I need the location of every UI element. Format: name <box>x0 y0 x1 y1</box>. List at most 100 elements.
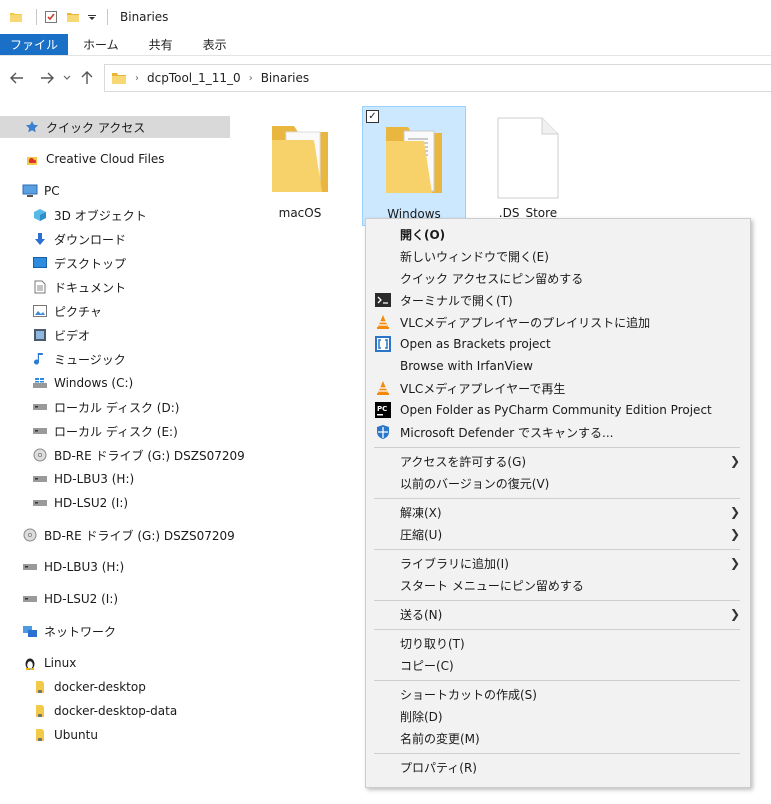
nav-downloads[interactable]: ダウンロード <box>0 228 126 250</box>
menu-label: 切り取り(T) <box>400 636 465 651</box>
folder-icon[interactable] <box>8 9 24 25</box>
nav-docker-desktop-data[interactable]: docker-desktop-data <box>0 700 177 722</box>
nav-desktop[interactable]: デスクトップ <box>0 252 126 274</box>
tab-home[interactable]: ホーム <box>68 34 134 55</box>
selection-checkbox[interactable]: ✓ <box>366 110 379 123</box>
tab-file[interactable]: ファイル <box>0 34 69 55</box>
dropdown-arrow-icon[interactable] <box>87 9 97 25</box>
nav-drive-i[interactable]: HD-LSU2 (I:) <box>0 492 128 514</box>
breadcrumb-dcptool[interactable]: dcpTool_1_11_0 <box>147 71 241 85</box>
up-arrow-icon[interactable] <box>76 67 98 89</box>
menu-label: 開く(O) <box>400 227 446 242</box>
properties-check-icon[interactable] <box>43 9 59 25</box>
forward-arrow-icon[interactable] <box>36 67 58 89</box>
menu-rename[interactable]: 名前の変更(M) <box>366 727 750 749</box>
nav-creative-cloud[interactable]: Creative Cloud Files <box>0 148 165 170</box>
menu-open-terminal[interactable]: ターミナルで開く(T) <box>366 289 750 311</box>
folder-icon <box>263 116 337 200</box>
menu-browse-irfanview[interactable]: Browse with IrfanView <box>366 355 750 377</box>
recent-locations-chevron-icon[interactable] <box>60 67 74 89</box>
menu-pin-start[interactable]: スタート メニューにピン留めする <box>366 574 750 596</box>
menu-open-brackets[interactable]: Open as Brackets project <box>366 333 750 355</box>
nav-3d-objects[interactable]: 3D オブジェクト <box>0 204 147 226</box>
nav-videos[interactable]: ビデオ <box>0 324 90 346</box>
menu-label: 圧縮(U) <box>400 527 443 542</box>
menu-label: コピー(C) <box>400 658 454 673</box>
chevron-right-icon: ❯ <box>729 454 740 468</box>
nav-docker-desktop[interactable]: docker-desktop <box>0 676 146 698</box>
nav-drive-e[interactable]: ローカル ディスク (E:) <box>0 420 178 442</box>
terminal-icon <box>375 292 391 308</box>
menu-cut[interactable]: 切り取り(T) <box>366 632 750 654</box>
file-item-ds-store[interactable]: .DS_Store <box>476 106 580 226</box>
brackets-icon <box>375 336 391 352</box>
menu-label: スタート メニューにピン留めする <box>400 578 584 593</box>
file-item-windows[interactable]: ✓ Windows <box>362 106 466 226</box>
menu-vlc-play[interactable]: VLCメディアプレイヤーで再生 <box>366 377 750 399</box>
tab-share[interactable]: 共有 <box>134 34 188 55</box>
nav-pc[interactable]: PC <box>0 180 60 202</box>
folder-icon <box>377 117 451 201</box>
new-folder-icon[interactable] <box>65 9 81 25</box>
nav-ubuntu[interactable]: Ubuntu <box>0 724 98 746</box>
nav-label: ビデオ <box>54 328 91 343</box>
nav-quick-access[interactable]: クイック アクセス <box>0 116 230 138</box>
menu-properties[interactable]: プロパティ(R) <box>366 756 750 778</box>
nav-network[interactable]: ネットワーク <box>0 620 116 642</box>
menu-label: 削除(D) <box>400 709 443 724</box>
menu-compress[interactable]: 圧縮(U) ❯ <box>366 523 750 545</box>
defender-icon <box>375 424 391 440</box>
disc-icon <box>22 527 38 543</box>
nav-music[interactable]: ミュージック <box>0 348 126 370</box>
nav-drive-d[interactable]: ローカル ディスク (D:) <box>0 396 179 418</box>
nav-pictures[interactable]: ピクチャ <box>0 300 102 322</box>
back-arrow-icon[interactable] <box>6 67 28 89</box>
music-icon <box>32 351 48 367</box>
menu-pin-quick-access[interactable]: クイック アクセスにピン留めする <box>366 267 750 289</box>
menu-add-library[interactable]: ライブラリに追加(I) ❯ <box>366 552 750 574</box>
nav-label: Linux <box>44 656 77 670</box>
menu-create-shortcut[interactable]: ショートカットの作成(S) <box>366 683 750 705</box>
menu-copy[interactable]: コピー(C) <box>366 654 750 676</box>
tab-view[interactable]: 表示 <box>188 34 242 55</box>
menu-restore-previous[interactable]: 以前のバージョンの復元(V) <box>366 472 750 494</box>
nav-drive-c[interactable]: Windows (C:) <box>0 372 133 394</box>
menu-open[interactable]: 開く(O) <box>366 223 750 245</box>
menu-extract[interactable]: 解凍(X) ❯ <box>366 501 750 523</box>
breadcrumb-binaries[interactable]: Binaries <box>261 71 309 85</box>
address-bar[interactable]: › dcpTool_1_11_0 › Binaries <box>104 64 771 92</box>
menu-delete[interactable]: 削除(D) <box>366 705 750 727</box>
menu-defender-scan[interactable]: Microsoft Defender でスキャンする... <box>366 421 750 443</box>
drive-icon <box>32 399 48 415</box>
nav-documents[interactable]: ドキュメント <box>0 276 126 298</box>
menu-open-pycharm[interactable]: PC Open Folder as PyCharm Community Edit… <box>366 399 750 421</box>
nav-drive-h[interactable]: HD-LBU3 (H:) <box>0 468 134 490</box>
menu-label: ショートカットの作成(S) <box>400 687 537 702</box>
pictures-icon <box>32 303 48 319</box>
menu-label: VLCメディアプレイヤーで再生 <box>400 381 566 396</box>
menu-separator <box>374 600 740 601</box>
menu-separator <box>374 629 740 630</box>
nav-label: ピクチャ <box>54 304 102 319</box>
menu-label: ターミナルで開く(T) <box>400 293 513 308</box>
nav-drive-g-root[interactable]: BD-RE ドライブ (G:) DSZS07209 <box>0 524 235 546</box>
menu-open-new-window[interactable]: 新しいウィンドウで開く(E) <box>366 245 750 267</box>
nav-linux[interactable]: Linux <box>0 652 76 674</box>
windows-drive-icon <box>32 375 48 391</box>
nav-label: HD-LBU3 (H:) <box>44 560 125 574</box>
menu-label: Open as Brackets project <box>400 337 551 351</box>
svg-text:PC: PC <box>377 405 387 413</box>
file-item-macos[interactable]: macOS <box>248 106 352 226</box>
menu-grant-access[interactable]: アクセスを許可する(G) ❯ <box>366 450 750 472</box>
nav-drive-i-root[interactable]: HD-LSU2 (I:) <box>0 588 118 610</box>
breadcrumb-separator-icon[interactable]: › <box>135 73 139 84</box>
file-icon <box>491 116 565 200</box>
breadcrumb-separator-icon[interactable]: › <box>249 73 253 84</box>
nav-label: ドキュメント <box>54 280 127 295</box>
menu-send-to[interactable]: 送る(N) ❯ <box>366 603 750 625</box>
menu-vlc-add-playlist[interactable]: VLCメディアプレイヤーのプレイリストに追加 <box>366 311 750 333</box>
nav-drive-h-root[interactable]: HD-LBU3 (H:) <box>0 556 124 578</box>
menu-label: Open Folder as PyCharm Community Edition… <box>400 403 712 417</box>
nav-drive-g[interactable]: BD-RE ドライブ (G:) DSZS07209 <box>0 444 245 466</box>
drive-icon <box>32 423 48 439</box>
